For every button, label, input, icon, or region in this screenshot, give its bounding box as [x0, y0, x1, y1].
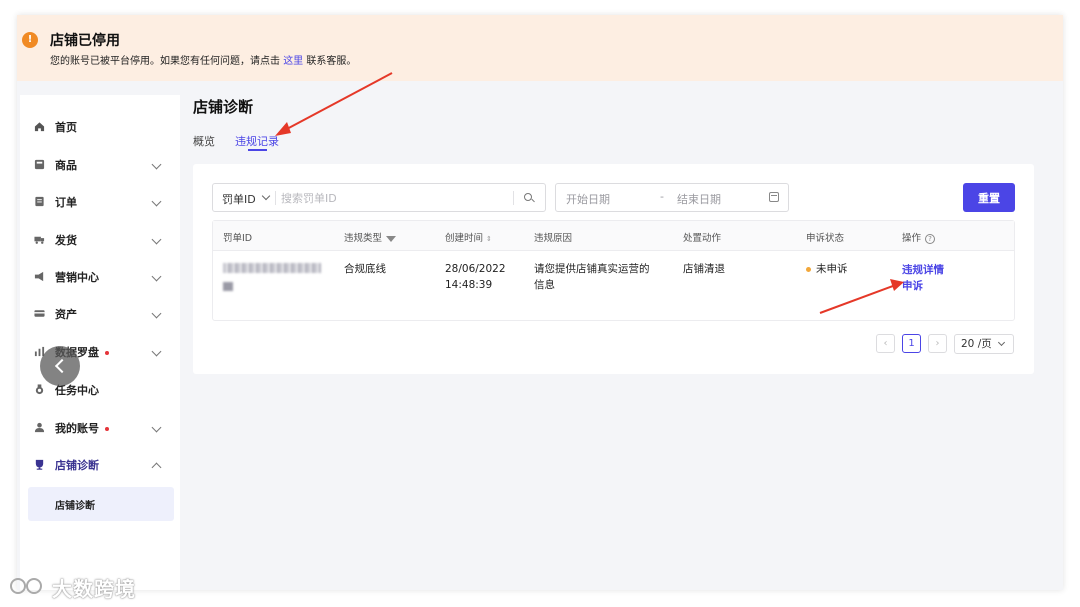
watermark-logo [10, 578, 42, 594]
annotation-arrows [275, 72, 904, 314]
annotation-arrow-tab [275, 72, 393, 136]
watermark-text: 大数跨境 [52, 577, 136, 601]
annotation-arrow-appeal [819, 279, 904, 314]
